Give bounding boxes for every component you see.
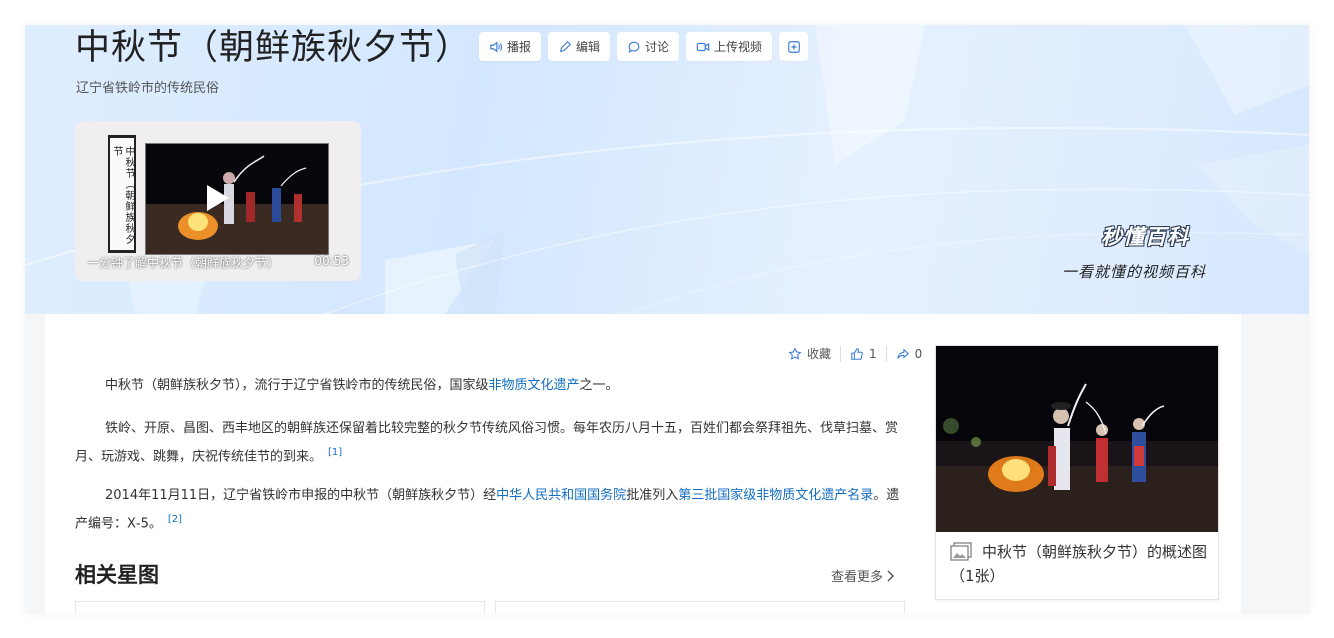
related-card[interactable]: [495, 601, 905, 613]
lemma-tools: 收藏 1 0: [779, 345, 931, 362]
link-heritage-list[interactable]: 第三批国家级非物质文化遗产名录: [678, 488, 873, 503]
favorite-label: 收藏: [807, 347, 832, 361]
plus-square-icon: [787, 40, 800, 53]
upload-video-button[interactable]: 上传视频: [686, 32, 773, 61]
chevron-right-icon: [887, 570, 895, 581]
video-camera-icon: [696, 42, 710, 51]
lemma-banner: 中秋节（朝鲜族秋夕节） 辽宁省铁岭市的传统民俗 播报 编辑 讨论 上传视频 中秋…: [25, 25, 1309, 314]
see-more-link[interactable]: 查看更多: [831, 566, 895, 585]
reference-2[interactable]: [2]: [168, 514, 182, 525]
see-more-label: 查看更多: [831, 570, 884, 585]
scroll-banner: 中秋节（朝鲜族秋夕节: [108, 135, 136, 253]
page-title: 中秋节（朝鲜族秋夕节）: [75, 28, 472, 68]
discuss-button[interactable]: 讨论: [617, 32, 680, 61]
summary-paragraph-1: 中秋节（朝鲜族秋夕节），流行于辽宁省铁岭市的传统民俗，国家级非物质文化遗产之一。: [105, 378, 619, 393]
share-button[interactable]: 0: [887, 347, 932, 361]
summary-photo: [936, 346, 1218, 532]
edit-label: 编辑: [576, 40, 601, 54]
star-icon: [788, 346, 802, 360]
like-button[interactable]: 1: [841, 347, 886, 361]
related-section-title: 相关星图: [75, 563, 159, 587]
like-count: 1: [869, 346, 877, 361]
main-content: 收藏 1 0 中秋节（朝鲜族秋夕节），流行于辽宁省铁岭市的传统民俗，国家级非物质…: [45, 314, 1241, 613]
video-duration: 00:53: [314, 254, 349, 268]
more-actions-button[interactable]: [779, 32, 809, 61]
favorite-button[interactable]: 收藏: [779, 345, 840, 362]
edit-button[interactable]: 编辑: [548, 32, 611, 61]
action-bar: 播报 编辑 讨论 上传视频: [479, 32, 809, 61]
brand-slogan: 一看就懂的视频百科: [1062, 263, 1207, 281]
reference-1[interactable]: [1]: [328, 447, 342, 458]
discuss-label: 讨论: [645, 40, 670, 54]
page-frame: 中秋节（朝鲜族秋夕节） 辽宁省铁岭市的传统民俗 播报 编辑 讨论 上传视频 中秋…: [25, 25, 1309, 613]
share-icon: [896, 347, 909, 359]
share-count: 0: [914, 346, 923, 361]
speaker-icon: [490, 40, 503, 53]
video-caption: 一分钟了解中秋节（朝鲜族秋夕节）: [87, 256, 280, 270]
brand-logo: 秒懂百科: [1101, 225, 1189, 249]
link-state-council[interactable]: 中华人民共和国国务院: [496, 488, 626, 503]
thumbs-up-icon: [851, 347, 863, 360]
summary-album-card[interactable]: 中秋节（朝鲜族秋夕节）的概述图（1张）: [935, 345, 1219, 600]
link-intangible-heritage[interactable]: 非物质文化遗产: [489, 378, 580, 393]
pencil-icon: [559, 40, 572, 52]
broadcast-label: 播报: [507, 40, 532, 54]
page-subtitle: 辽宁省铁岭市的传统民俗: [76, 81, 220, 96]
related-card[interactable]: [75, 601, 485, 613]
summary-paragraph-2: 铁岭、开原、昌图、西丰地区的朝鲜族还保留着比较完整的秋夕节传统风俗习惯。每年农历…: [75, 421, 899, 465]
upload-video-label: 上传视频: [714, 40, 763, 54]
broadcast-button[interactable]: 播报: [479, 32, 542, 61]
album-caption: 中秋节（朝鲜族秋夕节）的概述图（1张）: [950, 543, 1208, 585]
summary-paragraph-3: 2014年11月11日，辽宁省铁岭市申报的中秋节（朝鲜族秋夕节）经中华人民共和国…: [75, 488, 900, 532]
chat-bubble-icon: [628, 41, 640, 53]
scroll-text: 中秋节（朝鲜族秋夕节: [111, 146, 134, 245]
video-still: [145, 143, 329, 255]
play-icon[interactable]: [207, 185, 229, 211]
video-thumbnail[interactable]: 中秋节（朝鲜族秋夕节 一分钟了解中秋节（朝鲜族秋夕节） 00:53: [75, 121, 361, 281]
